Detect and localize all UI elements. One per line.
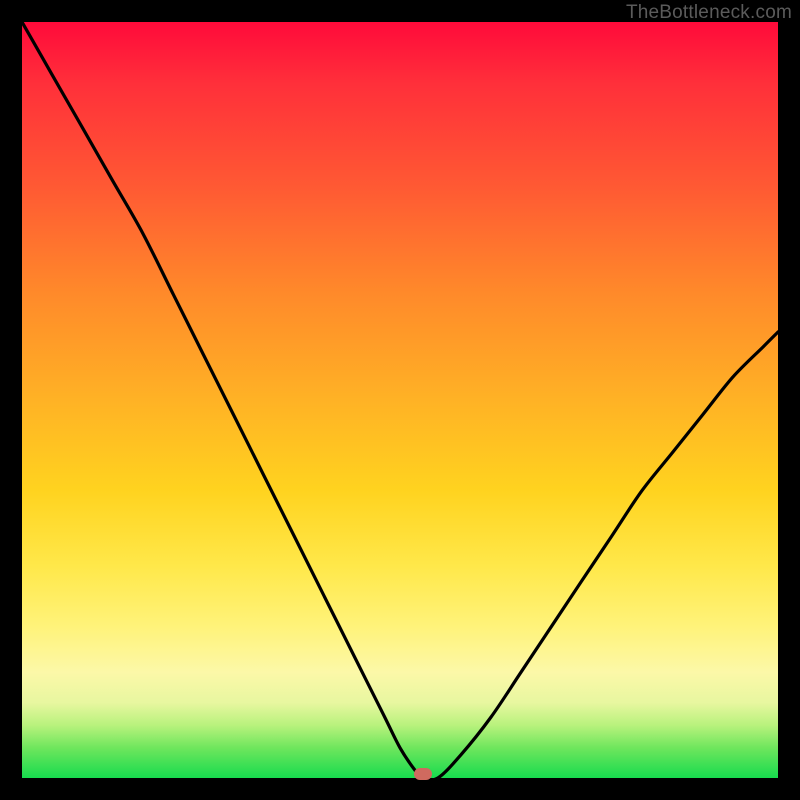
watermark-text: TheBottleneck.com: [626, 2, 792, 24]
bottleneck-curve: [22, 22, 778, 778]
chart-frame: TheBottleneck.com: [0, 0, 800, 800]
plot-area: [22, 22, 778, 778]
minimum-marker: [414, 768, 432, 780]
